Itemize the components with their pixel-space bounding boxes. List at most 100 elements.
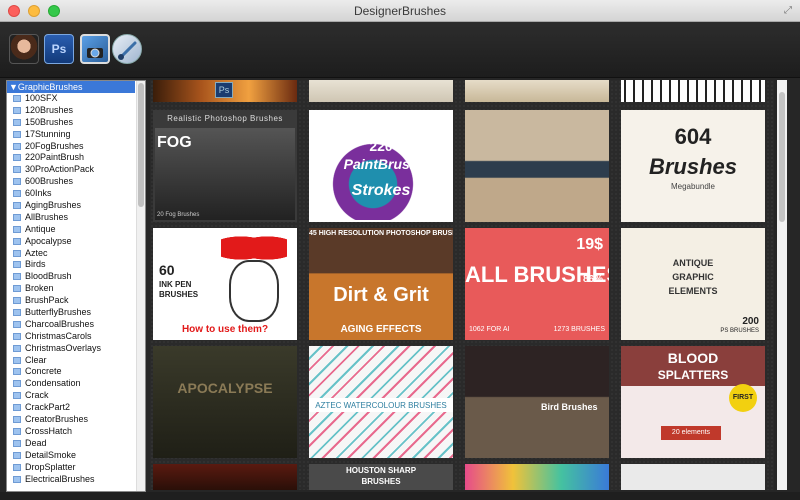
sidebar-item-150brushes[interactable]: 150Brushes [7,117,135,129]
folder-icon [13,285,21,293]
brush-thumb-inkpen[interactable]: 60 INK PEN BRUSHES How to use them? [153,228,297,340]
paint-subtitle: Strokes [351,182,411,199]
folder-icon [13,475,21,483]
sidebar-item-dead[interactable]: Dead [7,438,135,450]
brush-thumb-birds[interactable]: Bird Brushes [465,346,609,458]
sidebar-item-dropsplatter[interactable]: DropSplatter [7,462,135,474]
fog-header: Realistic Photoshop Brushes [167,114,283,123]
sidebar-item-30proactionpack[interactable]: 30ProActionPack [7,164,135,176]
brush-thumb-row5-a[interactable] [153,464,297,490]
brush-thumb-row5-d[interactable] [621,464,765,490]
houston-title-a: HOUSTON SHARP [345,466,417,475]
blood-subtitle: 20 elements [661,426,721,440]
all-percent: 86% [582,274,603,285]
sidebar-item-aztec[interactable]: Aztec [7,248,135,260]
user-avatar-button[interactable] [9,34,39,64]
sidebar-scrollbar-thumb[interactable] [138,83,144,207]
brush-thumb-604[interactable]: 604 Brushes Megabundle [621,110,765,222]
all-count: 1273 BRUSHES [553,326,605,333]
folder-icon [13,368,21,376]
sidebar-item-allbrushes[interactable]: AllBrushes [7,212,135,224]
sidebar-item-label: 30ProActionPack [25,164,95,175]
folder-icon [13,130,21,138]
sidebar-scrollbar[interactable] [136,81,145,491]
brush-tool-icon[interactable] [112,34,142,64]
sidebar-item-label: AgingBrushes [25,200,82,211]
brush-thumb-houston[interactable]: HOUSTON SHARP BRUSHES [309,464,453,490]
brush-thumb-fog[interactable]: Realistic Photoshop Brushes FOG 20 Fog B… [153,110,297,222]
sidebar-item-condensation[interactable]: Condensation [7,378,135,390]
antique-title-c: ELEMENTS [668,286,718,296]
brush-thumb-all[interactable]: 19$ ALL BRUSHES 86% 1062 FOR AI 1273 BRU… [465,228,609,340]
folder-icon [13,392,21,400]
blood-title-b: SPLATTERS [657,368,729,382]
brush-thumb-150[interactable] [465,80,609,102]
sidebar-item-electricalbrushes[interactable]: ElectricalBrushes [7,474,135,486]
brush-thumb-dirtgrit[interactable]: 45 HIGH RESOLUTION PHOTOSHOP BRUSHES Dir… [309,228,453,340]
sidebar-item-brushpack[interactable]: BrushPack [7,295,135,307]
sidebar-item-broken[interactable]: Broken [7,283,135,295]
brush-thumb-apocalypse[interactable]: APOCALYPSE [153,346,297,458]
fullscreen-icon[interactable]: ⤢ [784,5,792,16]
sidebar-item-220paintbrush[interactable]: 220PaintBrush [7,152,135,164]
sidebar-item-bloodbrush[interactable]: BloodBrush [7,271,135,283]
sidebar-item-butterflybrushes[interactable]: ButterflyBrushes [7,307,135,319]
sidebar-item-120brushes[interactable]: 120Brushes [7,105,135,117]
brush-thumb-row5-c[interactable] [465,464,609,490]
grid-scrollbar[interactable] [777,80,787,490]
sidebar-item-apocalypse[interactable]: Apocalypse [7,236,135,248]
sidebar-item-label: Concrete [25,366,62,377]
sidebar-item-creatorbrushes[interactable]: CreatorBrushes [7,414,135,426]
folder-icon [13,309,21,317]
sidebar-item-charcoalbrushes[interactable]: CharcoalBrushes [7,319,135,331]
inkpen-caption: How to use them? [181,324,269,335]
sidebar-item-17stunning[interactable]: 17Stunning [7,129,135,141]
brush-thumb-aztec[interactable]: AZTEC WATERCOLOUR BRUSHES [309,346,453,458]
sidebar-item-crackpart2[interactable]: CrackPart2 [7,402,135,414]
sidebar-item-christmascarols[interactable]: ChristmasCarols [7,331,135,343]
brush-thumb-city[interactable] [465,110,609,222]
all-count-ai: 1062 FOR AI [469,326,510,333]
sidebar-item-label: ChristmasOverlays [25,342,102,353]
tree-root-graphicbrushes[interactable]: ▼GraphicBrushes [7,81,135,93]
dirt-subtitle: AGING EFFECTS [340,324,422,335]
sidebar-item-60inks[interactable]: 60Inks [7,188,135,200]
folder-icon [13,118,21,126]
sidebar-item-christmasoverlays[interactable]: ChristmasOverlays [7,343,135,355]
sidebar-item-clear[interactable]: Clear [7,355,135,367]
brush-thumb-blood[interactable]: BLOOD SPLATTERS 20 elements FIRST [621,346,765,458]
brush-thumb-100sfx[interactable]: Ps [153,80,297,102]
fog-subtitle: 20 Fog Brushes [157,212,200,218]
sidebar-item-antique[interactable]: Antique [7,224,135,236]
sidebar-item-label: CreatorBrushes [25,414,89,425]
paint-number: 220 [369,138,393,154]
folder-icon [13,463,21,471]
sidebar-item-label: ElectricalBrushes [25,473,95,484]
app-window: DesignerBrushes ⤢ Ps ▼GraphicBrushes 100… [0,0,800,500]
photoshop-icon[interactable]: Ps [44,34,74,64]
grid-scrollbar-thumb[interactable] [779,92,785,222]
sidebar-item-label: DetailSmoke [25,449,77,460]
brush-thumb-17stunning[interactable] [621,80,765,102]
sidebar-item-label: 60Inks [25,188,52,199]
sidebar-item-detailsmoke[interactable]: DetailSmoke [7,450,135,462]
sidebar-item-agingbrushes[interactable]: AgingBrushes [7,200,135,212]
sidebar-item-600brushes[interactable]: 600Brushes [7,176,135,188]
sidebar-item-label: Dead [25,437,47,448]
sidebar-item-100sfx[interactable]: 100SFX [7,93,135,105]
sidebar-item-crack[interactable]: Crack [7,390,135,402]
tree-root-label: GraphicBrushes [17,82,83,92]
brush-thumb-antique[interactable]: ANTIQUE GRAPHIC ELEMENTS 200 PS BRUSHES [621,228,765,340]
sidebar-item-label: ButterflyBrushes [25,307,92,318]
sidebar-item-20fogbrushes[interactable]: 20FogBrushes [7,141,135,153]
sidebar-item-concrete[interactable]: Concrete [7,366,135,378]
sidebar-item-birds[interactable]: Birds [7,259,135,271]
photo-icon[interactable] [80,34,110,64]
sidebar-item-label: 20FogBrushes [25,140,84,151]
brush-thumb-120[interactable] [309,80,453,102]
antique-count-sub: PS BRUSHES [720,328,759,334]
brush-thumb-220paint[interactable]: 220 PaintBrush Strokes [309,110,453,222]
sidebar-item-crosshatch[interactable]: CrossHatch [7,426,135,438]
sidebar-item-label: BloodBrush [25,271,72,282]
sidebar-item-label: Crack [25,390,49,401]
